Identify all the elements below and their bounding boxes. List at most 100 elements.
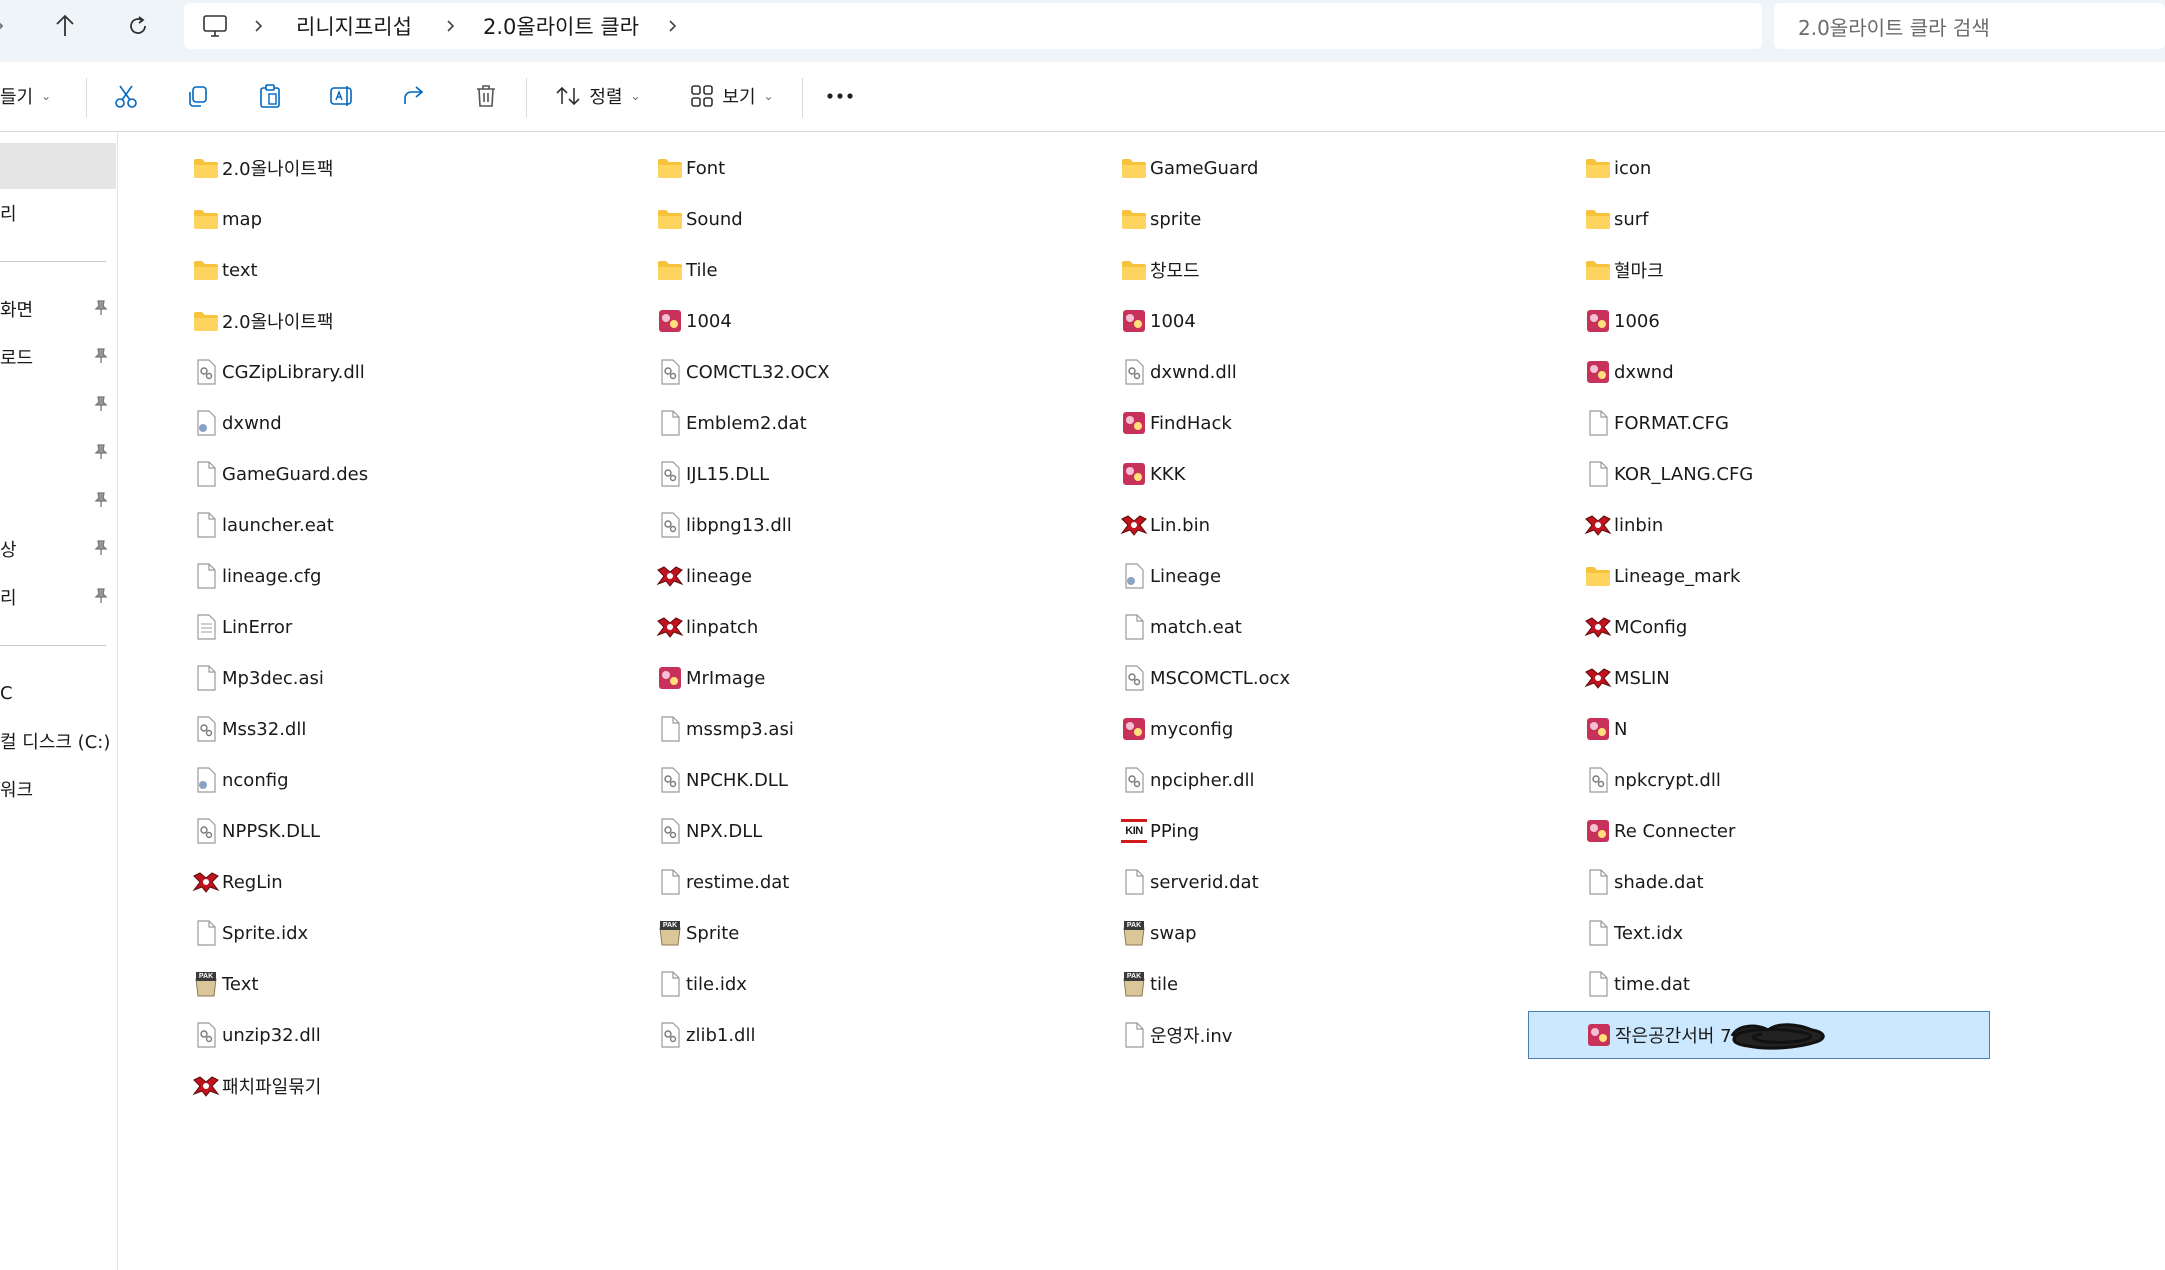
file-item[interactable]: mssmp3.asi bbox=[652, 705, 1114, 753]
file-item[interactable]: IJL15.DLL bbox=[652, 450, 1114, 498]
file-item[interactable]: linbin bbox=[1580, 501, 2042, 549]
file-item[interactable]: match.eat bbox=[1116, 603, 1578, 651]
file-item[interactable]: 2.0올나이트팩 bbox=[188, 144, 650, 192]
search-input[interactable]: 2.0올라이트 클라 검색 bbox=[1774, 3, 2165, 49]
file-item[interactable]: surf bbox=[1580, 195, 2042, 243]
file-item[interactable]: PAK tile bbox=[1116, 960, 1578, 1008]
cut-button[interactable] bbox=[106, 73, 146, 119]
file-item[interactable]: dxwnd bbox=[1580, 348, 2042, 396]
file-item[interactable]: 운영자.inv bbox=[1116, 1011, 1578, 1059]
rename-button[interactable] bbox=[322, 73, 362, 119]
new-button[interactable]: 들기 ⌄ bbox=[0, 73, 68, 119]
up-button[interactable] bbox=[43, 10, 87, 42]
crumb-separator[interactable] bbox=[668, 3, 678, 49]
sidebar-item-pictures[interactable] bbox=[0, 429, 118, 477]
sidebar-item-desktop[interactable]: 화면 bbox=[0, 285, 118, 333]
sidebar-item-this-pc[interactable]: C bbox=[0, 669, 118, 717]
sort-button[interactable]: 정렬 ⌄ bbox=[548, 73, 648, 119]
file-item[interactable]: 1004 bbox=[1116, 297, 1578, 345]
file-item[interactable]: tile.idx bbox=[652, 960, 1114, 1008]
file-item[interactable]: nconfig bbox=[188, 756, 650, 804]
this-pc-crumb[interactable] bbox=[202, 3, 228, 49]
file-item[interactable]: Sound bbox=[652, 195, 1114, 243]
file-item[interactable]: Lin.bin bbox=[1116, 501, 1578, 549]
file-item[interactable]: 1004 bbox=[652, 297, 1114, 345]
file-item[interactable]: PAK swap bbox=[1116, 909, 1578, 957]
file-item[interactable]: MSCOMCTL.ocx bbox=[1116, 654, 1578, 702]
file-item[interactable]: MSLIN bbox=[1580, 654, 2042, 702]
file-item[interactable]: libpng13.dll bbox=[652, 501, 1114, 549]
file-item[interactable]: Tile bbox=[652, 246, 1114, 294]
file-item[interactable]: serverid.dat bbox=[1116, 858, 1578, 906]
file-item[interactable]: Emblem2.dat bbox=[652, 399, 1114, 447]
file-item[interactable]: restime.dat bbox=[652, 858, 1114, 906]
file-item[interactable]: myconfig bbox=[1116, 705, 1578, 753]
file-item[interactable]: N bbox=[1580, 705, 2042, 753]
file-item[interactable]: NPCHK.DLL bbox=[652, 756, 1114, 804]
file-item[interactable]: npcipher.dll bbox=[1116, 756, 1578, 804]
paste-button[interactable] bbox=[250, 73, 290, 119]
file-item[interactable]: dxwnd bbox=[188, 399, 650, 447]
file-item[interactable]: text bbox=[188, 246, 650, 294]
file-item[interactable]: MrImage bbox=[652, 654, 1114, 702]
file-item[interactable]: lineage bbox=[652, 552, 1114, 600]
file-item[interactable]: launcher.eat bbox=[188, 501, 650, 549]
sidebar-item[interactable]: 리 bbox=[0, 189, 118, 237]
breadcrumb-item[interactable]: 리니지프리섭 bbox=[296, 3, 412, 49]
file-item[interactable]: Lineage_mark bbox=[1580, 552, 2042, 600]
file-item[interactable]: npkcrypt.dll bbox=[1580, 756, 2042, 804]
file-item[interactable]: 1006 bbox=[1580, 297, 2042, 345]
file-item[interactable]: dxwnd.dll bbox=[1116, 348, 1578, 396]
breadcrumb[interactable]: 리니지프리섭 2.0올라이트 클라 bbox=[184, 3, 1762, 49]
refresh-button[interactable] bbox=[116, 10, 160, 42]
file-item[interactable]: GameGuard.des bbox=[188, 450, 650, 498]
file-item[interactable]: GameGuard bbox=[1116, 144, 1578, 192]
file-item[interactable]: LinError bbox=[188, 603, 650, 651]
file-item[interactable]: KOR_LANG.CFG bbox=[1580, 450, 2042, 498]
file-item[interactable]: PAK Sprite bbox=[652, 909, 1114, 957]
file-item[interactable]: Mss32.dll bbox=[188, 705, 650, 753]
sidebar-item-music[interactable] bbox=[0, 477, 118, 525]
sidebar-item-network[interactable]: 워크 bbox=[0, 765, 118, 813]
file-item[interactable]: 패치파일묶기 bbox=[188, 1062, 650, 1110]
sidebar-item-downloads[interactable]: 로드 bbox=[0, 333, 118, 381]
file-item[interactable]: MConfig bbox=[1580, 603, 2042, 651]
file-item[interactable]: Sprite.idx bbox=[188, 909, 650, 957]
file-item[interactable]: icon bbox=[1580, 144, 2042, 192]
file-item[interactable]: CGZipLibrary.dll bbox=[188, 348, 650, 396]
file-item[interactable]: Re Connecter bbox=[1580, 807, 2042, 855]
file-item[interactable]: map bbox=[188, 195, 650, 243]
file-item[interactable]: PAK Text bbox=[188, 960, 650, 1008]
crumb-separator[interactable] bbox=[254, 3, 264, 49]
breadcrumb-item-current[interactable]: 2.0올라이트 클라 bbox=[483, 3, 639, 49]
view-button[interactable]: 보기 ⌄ bbox=[682, 73, 782, 119]
file-item[interactable]: FindHack bbox=[1116, 399, 1578, 447]
file-item[interactable]: Mp3dec.asi bbox=[188, 654, 650, 702]
file-item[interactable]: time.dat bbox=[1580, 960, 2042, 1008]
file-item[interactable]: FORMAT.CFG bbox=[1580, 399, 2042, 447]
sidebar-item-local-disk[interactable]: 컬 디스크 (C:) bbox=[0, 717, 118, 765]
more-options-button[interactable] bbox=[820, 73, 860, 119]
file-item[interactable]: 혈마크 bbox=[1580, 246, 2042, 294]
sidebar-item-selected[interactable] bbox=[0, 143, 116, 189]
file-item[interactable]: 2.0올나이트팩 bbox=[188, 297, 650, 345]
file-item[interactable]: lineage.cfg bbox=[188, 552, 650, 600]
copy-button[interactable] bbox=[178, 73, 218, 119]
file-item[interactable]: NPPSK.DLL bbox=[188, 807, 650, 855]
file-item[interactable]: Font bbox=[652, 144, 1114, 192]
file-item[interactable]: unzip32.dll bbox=[188, 1011, 650, 1059]
file-item[interactable]: Lineage bbox=[1116, 552, 1578, 600]
file-item[interactable]: RegLin bbox=[188, 858, 650, 906]
file-item[interactable]: KIN PPing bbox=[1116, 807, 1578, 855]
file-item[interactable]: zlib1.dll bbox=[652, 1011, 1114, 1059]
forward-button[interactable] bbox=[0, 10, 22, 42]
sidebar-item-videos[interactable]: 상 bbox=[0, 525, 118, 573]
file-item[interactable]: shade.dat bbox=[1580, 858, 2042, 906]
delete-button[interactable] bbox=[466, 73, 506, 119]
file-item[interactable]: 창모드 bbox=[1116, 246, 1578, 294]
sidebar-item-documents[interactable] bbox=[0, 381, 118, 429]
file-item[interactable]: COMCTL32.OCX bbox=[652, 348, 1114, 396]
file-item[interactable]: sprite bbox=[1116, 195, 1578, 243]
file-item[interactable]: NPX.DLL bbox=[652, 807, 1114, 855]
crumb-separator[interactable] bbox=[446, 3, 456, 49]
